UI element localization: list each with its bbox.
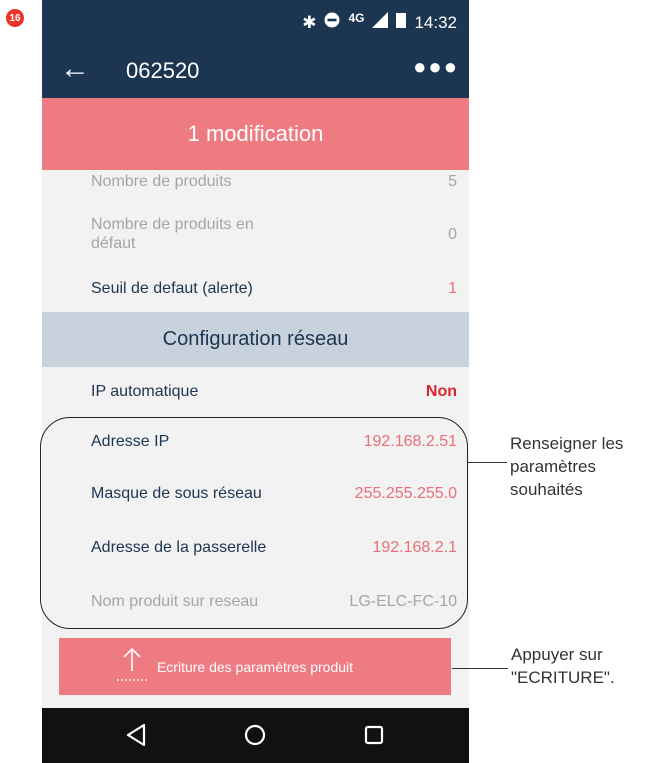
annotation-write: Appuyer sur "ECRITURE". (511, 645, 615, 687)
write-button-label: Ecriture des paramètres produit (156, 658, 354, 675)
row-label: Nombre de produits (91, 173, 232, 190)
write-params-button[interactable]: Ecriture des paramètres produit (59, 638, 451, 695)
nav-back-triangle-icon[interactable] (122, 719, 154, 751)
more-dots-icon[interactable]: ●●● (413, 54, 459, 80)
nav-home-circle-icon[interactable] (239, 719, 271, 751)
do-not-disturb-icon (324, 12, 340, 33)
page-title: 062520 (126, 58, 200, 83)
modification-banner: 1 modification (42, 98, 469, 170)
nav-recents-square-icon[interactable] (358, 719, 390, 751)
bluetooth-icon: ✱ (302, 12, 317, 32)
status-bar: ✱ 4G 14:32 (42, 0, 469, 48)
row-label: IP automatique (91, 383, 199, 400)
android-nav-bar (42, 708, 469, 763)
section-header: Configuration réseau (42, 312, 469, 367)
upload-arrow-icon (115, 645, 149, 685)
status-time: 14:32 (414, 12, 457, 32)
row-value: Non (425, 383, 457, 400)
annotation-leader-params (467, 462, 507, 463)
back-arrow-icon[interactable]: ← (60, 54, 90, 84)
annotation-leader-write (452, 668, 508, 669)
row-label: Nombre de produits en défaut (91, 216, 254, 252)
row-value: 1 (448, 280, 457, 297)
annotation-params: Renseigner les paramètres souhaités (510, 434, 624, 499)
step-badge: 16 (6, 9, 24, 27)
signal-icon (372, 12, 389, 33)
battery-icon (396, 12, 407, 33)
row-value: 0 (448, 226, 457, 243)
row-value: 5 (448, 173, 457, 190)
network-type: 4G (348, 10, 365, 25)
row-label: Seuil de defaut (alerte) (91, 280, 253, 297)
phone-screen: ✱ 4G 14:32 ← 062520 ●●● 1 modification N… (42, 0, 469, 763)
app-bar: ← 062520 ●●● (42, 48, 469, 98)
highlight-outline (40, 417, 468, 629)
